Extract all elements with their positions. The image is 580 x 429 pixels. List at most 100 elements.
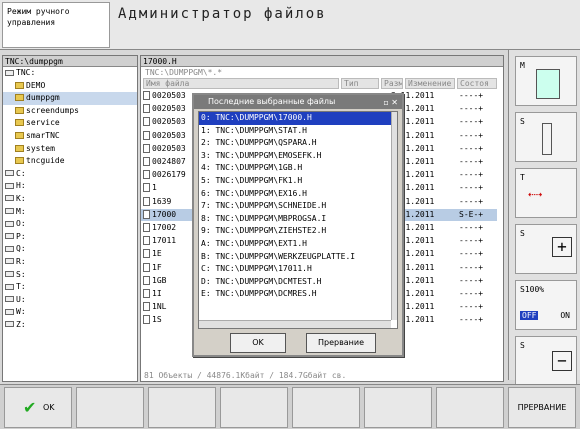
override-button[interactable]: S100% OFF ON [515, 280, 577, 330]
tree-item[interactable]: system [3, 143, 137, 156]
tree-item-label: Q: [16, 244, 26, 254]
recent-file-item[interactable]: E: TNC:\DUMPPGM\DCMRES.H [199, 288, 397, 301]
window-controls-icon[interactable]: ▫ ✕ [383, 96, 398, 110]
tree-item[interactable]: service [3, 117, 137, 130]
tree-item[interactable]: K: [3, 193, 137, 206]
drive-icon [5, 245, 14, 252]
recent-file-item[interactable]: 8: TNC:\DUMPPGM\MBPROGSA.I [199, 213, 397, 226]
tree-item[interactable]: U: [3, 294, 137, 307]
mode-line-2: управления [7, 18, 56, 27]
recent-file-item[interactable]: C: TNC:\DUMPPGM\17011.H [199, 263, 397, 276]
softkey-ok-label: OK [43, 403, 55, 412]
tree-item[interactable]: W: [3, 306, 137, 319]
tree-item[interactable]: H: [3, 180, 137, 193]
folder-icon [15, 144, 24, 152]
file-name: 0020503 [152, 117, 186, 127]
file-icon [143, 289, 150, 298]
tree-item-label: screendumps [26, 105, 79, 115]
recent-files-list[interactable]: 0: TNC:\DUMPPGM\17000.H 1: TNC:\DUMPPGM\S… [198, 111, 398, 329]
softkey-ok[interactable]: ✔ OK [4, 387, 72, 428]
softkey-empty-1[interactable] [76, 387, 144, 428]
file-icon [143, 91, 150, 100]
recent-file-item[interactable]: A: TNC:\DUMPPGM\EXT1.H [199, 238, 397, 251]
file-name: 0024807 [152, 157, 186, 166]
tool-button[interactable]: T ⇠⇢ [515, 168, 577, 218]
softkey-empty-5[interactable] [364, 387, 432, 428]
m-label: M [520, 61, 525, 70]
drive-icon [5, 258, 14, 265]
tree-item[interactable]: screendumps [3, 105, 137, 118]
softkey-empty-2[interactable] [148, 387, 216, 428]
softkey-cancel-label: ПРЕРВАНИЕ [517, 403, 567, 412]
col-type[interactable]: Тип [341, 78, 379, 89]
tree-item[interactable]: DEMO [3, 80, 137, 93]
softkey-cancel[interactable]: ПРЕРВАНИЕ [508, 387, 576, 428]
file-name: 17011 [152, 236, 177, 246]
file-status: ----+ [459, 143, 484, 153]
dialog-v-scrollbar[interactable] [391, 112, 397, 320]
col-status[interactable]: Состоя [457, 78, 497, 89]
tree-item[interactable]: R: [3, 256, 137, 269]
recent-file-item[interactable]: 3: TNC:\DUMPPGM\EMOSEFK.H [199, 150, 397, 163]
tree-item[interactable]: smarTNC [3, 130, 137, 143]
softkey-empty-6[interactable] [436, 387, 504, 428]
tree-item[interactable]: TNC: [3, 67, 137, 80]
tree-item-label: S: [16, 269, 26, 279]
col-size[interactable]: Разм. [381, 78, 403, 89]
tree-item[interactable]: tncguide [3, 155, 137, 168]
softkey-bar: ✔ OK ПРЕРВАНИЕ [0, 384, 580, 429]
tree-item-label: K: [16, 193, 26, 203]
recent-file-item[interactable]: 2: TNC:\DUMPPGM\QSPARA.H [199, 137, 397, 150]
recent-file-item[interactable]: 1: TNC:\DUMPPGM\STAT.H [199, 125, 397, 138]
tree-item-label: DEMO [26, 80, 46, 90]
recent-file-item[interactable]: 6: TNC:\DUMPPGM\EX16.H [199, 188, 397, 201]
tree-item[interactable]: dumppgm [3, 92, 137, 105]
cancel-button[interactable]: Прервание [306, 333, 376, 353]
recent-file-item[interactable]: 4: TNC:\DUMPPGM\1GB.H [199, 162, 397, 175]
recent-file-item[interactable]: 9: TNC:\DUMPPGM\ZIEHSTE2.H [199, 225, 397, 238]
recent-file-item[interactable]: B: TNC:\DUMPPGM\WERKZEUGPLATTE.I [199, 251, 397, 264]
dialog-h-scrollbar[interactable] [199, 320, 391, 328]
tree-item-label: W: [16, 307, 26, 317]
file-icon [143, 262, 150, 272]
file-name: 1639 [152, 196, 172, 206]
directory-tree[interactable]: TNC:\dumppgm TNC: DEMO dumppgm screendumps s… [2, 55, 138, 382]
tree-item-label: TNC: [16, 68, 36, 77]
tree-item[interactable]: P: [3, 231, 137, 244]
tree-item[interactable]: S: [3, 269, 137, 282]
spindle-plus-button[interactable]: S + [515, 224, 577, 274]
app-title: Администратор файлов [118, 6, 327, 22]
recent-file-item[interactable]: 7: TNC:\DUMPPGM\SCHNEIDE.H [199, 200, 397, 213]
tree-item-label: R: [16, 256, 26, 266]
recent-file-item[interactable]: D: TNC:\DUMPPGM\DCMTEST.H [199, 276, 397, 289]
col-modified[interactable]: Изменение [405, 78, 455, 89]
recent-file-item[interactable]: 0: TNC:\DUMPPGM\17000.H [199, 112, 397, 125]
drive-icon [5, 271, 14, 277]
recent-file-item[interactable]: 5: TNC:\DUMPPGM\FK1.H [199, 175, 397, 188]
drive-icon [5, 308, 14, 315]
tree-item[interactable]: Z: [3, 319, 137, 332]
ok-button[interactable]: OK [230, 333, 286, 353]
softkey-empty-3[interactable] [220, 387, 288, 428]
spindle-minus-button[interactable]: S − [515, 336, 577, 386]
tree-item[interactable]: M: [3, 206, 137, 219]
file-icon [143, 157, 150, 166]
file-name: 0020503 [152, 130, 186, 140]
file-icon [143, 302, 150, 312]
s-function-button[interactable]: S [515, 112, 577, 162]
file-icon [143, 196, 150, 206]
tree-item[interactable]: Q: [3, 243, 137, 256]
folder-icon [15, 131, 24, 139]
file-status: S-E-+ [459, 209, 484, 219]
recent-files-dialog[interactable]: Последние выбранные файлы ▫ ✕ 0: TNC:\DU… [192, 93, 404, 357]
tree-item[interactable]: O: [3, 218, 137, 231]
file-icon [143, 183, 150, 193]
softkey-empty-4[interactable] [292, 387, 360, 428]
tree-item-label: M: [16, 206, 26, 216]
tree-item[interactable]: C: [3, 168, 137, 181]
s2-label: S [520, 229, 525, 238]
m-function-button[interactable]: M [515, 56, 577, 106]
col-name[interactable]: Имя файла [143, 78, 339, 89]
tree-item[interactable]: T: [3, 281, 137, 294]
on-label: ON [560, 311, 570, 320]
